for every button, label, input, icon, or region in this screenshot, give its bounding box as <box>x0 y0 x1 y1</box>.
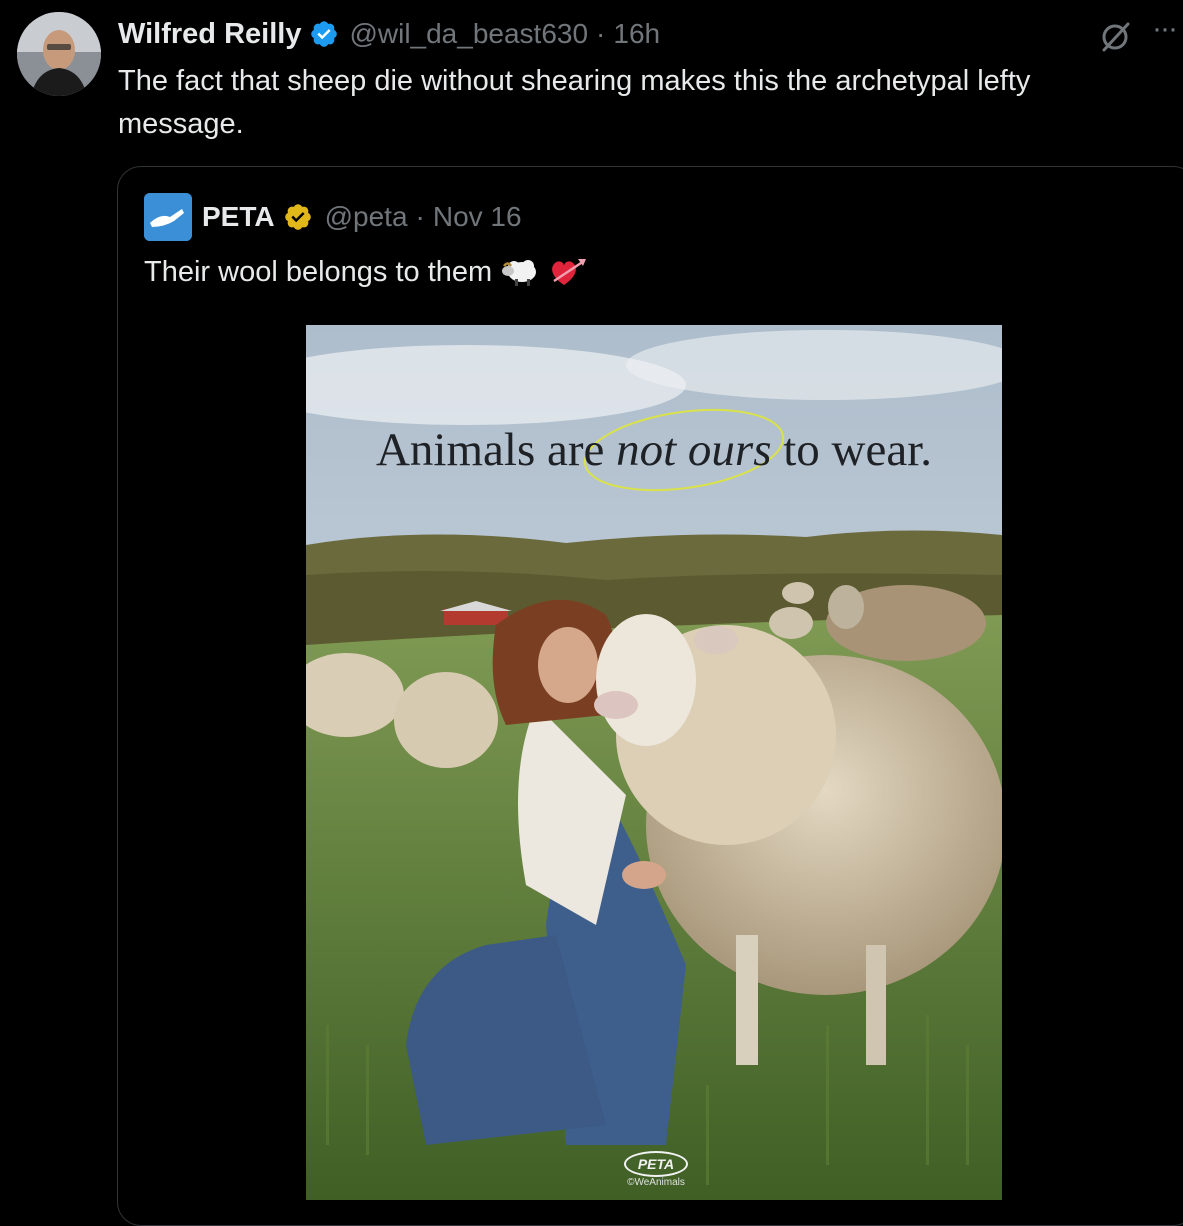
sheep-emoji <box>500 255 540 289</box>
quoted-author-handle[interactable]: @peta <box>325 201 408 233</box>
quoted-author-name[interactable]: PETA <box>202 201 275 233</box>
quoted-text-row: Their wool belongs to them <box>144 250 588 294</box>
quoted-separator-dot: · <box>415 201 425 232</box>
quoted-header: PETA @peta · Nov 16 <box>202 196 522 238</box>
quoted-text: Their wool belongs to them <box>144 256 493 288</box>
peta-watermark: PETA <box>624 1151 688 1177</box>
separator-dot: · <box>596 18 606 49</box>
headline-emphasis: not ours <box>616 424 772 476</box>
tweet-text: The fact that sheep die without shearing… <box>118 65 1031 140</box>
avatar-image <box>17 12 101 96</box>
photo-credit: ©WeAnimals <box>627 1177 685 1188</box>
author-avatar[interactable] <box>17 12 101 96</box>
more-icon[interactable]: ··· <box>1152 14 1183 50</box>
peta-avatar[interactable] <box>144 193 192 241</box>
image-headline: Animals are not ours to wear. <box>306 423 1002 477</box>
tweet: Wilfred Reilly @wil_da_beast630 · 16h ··… <box>0 0 1183 1226</box>
tweet-time[interactable]: 16h <box>613 18 660 50</box>
author-name[interactable]: Wilfred Reilly <box>118 18 301 51</box>
headline-part2: to wear. <box>771 424 933 476</box>
tweet-header: Wilfred Reilly @wil_da_beast630 · 16h <box>118 14 660 54</box>
headline-part1: Animals are <box>375 424 617 476</box>
verified-org-badge-icon[interactable] <box>283 202 313 232</box>
heart-with-arrow-emoji <box>548 255 588 289</box>
verified-badge-icon[interactable] <box>309 19 339 49</box>
quoted-image[interactable]: Animals are not ours to wear. PETA ©WeAn… <box>306 325 1002 1200</box>
quoted-date[interactable]: Nov 16 <box>433 201 522 233</box>
grok-icon[interactable] <box>1098 18 1134 54</box>
author-handle[interactable]: @wil_da_beast630 <box>349 18 588 50</box>
